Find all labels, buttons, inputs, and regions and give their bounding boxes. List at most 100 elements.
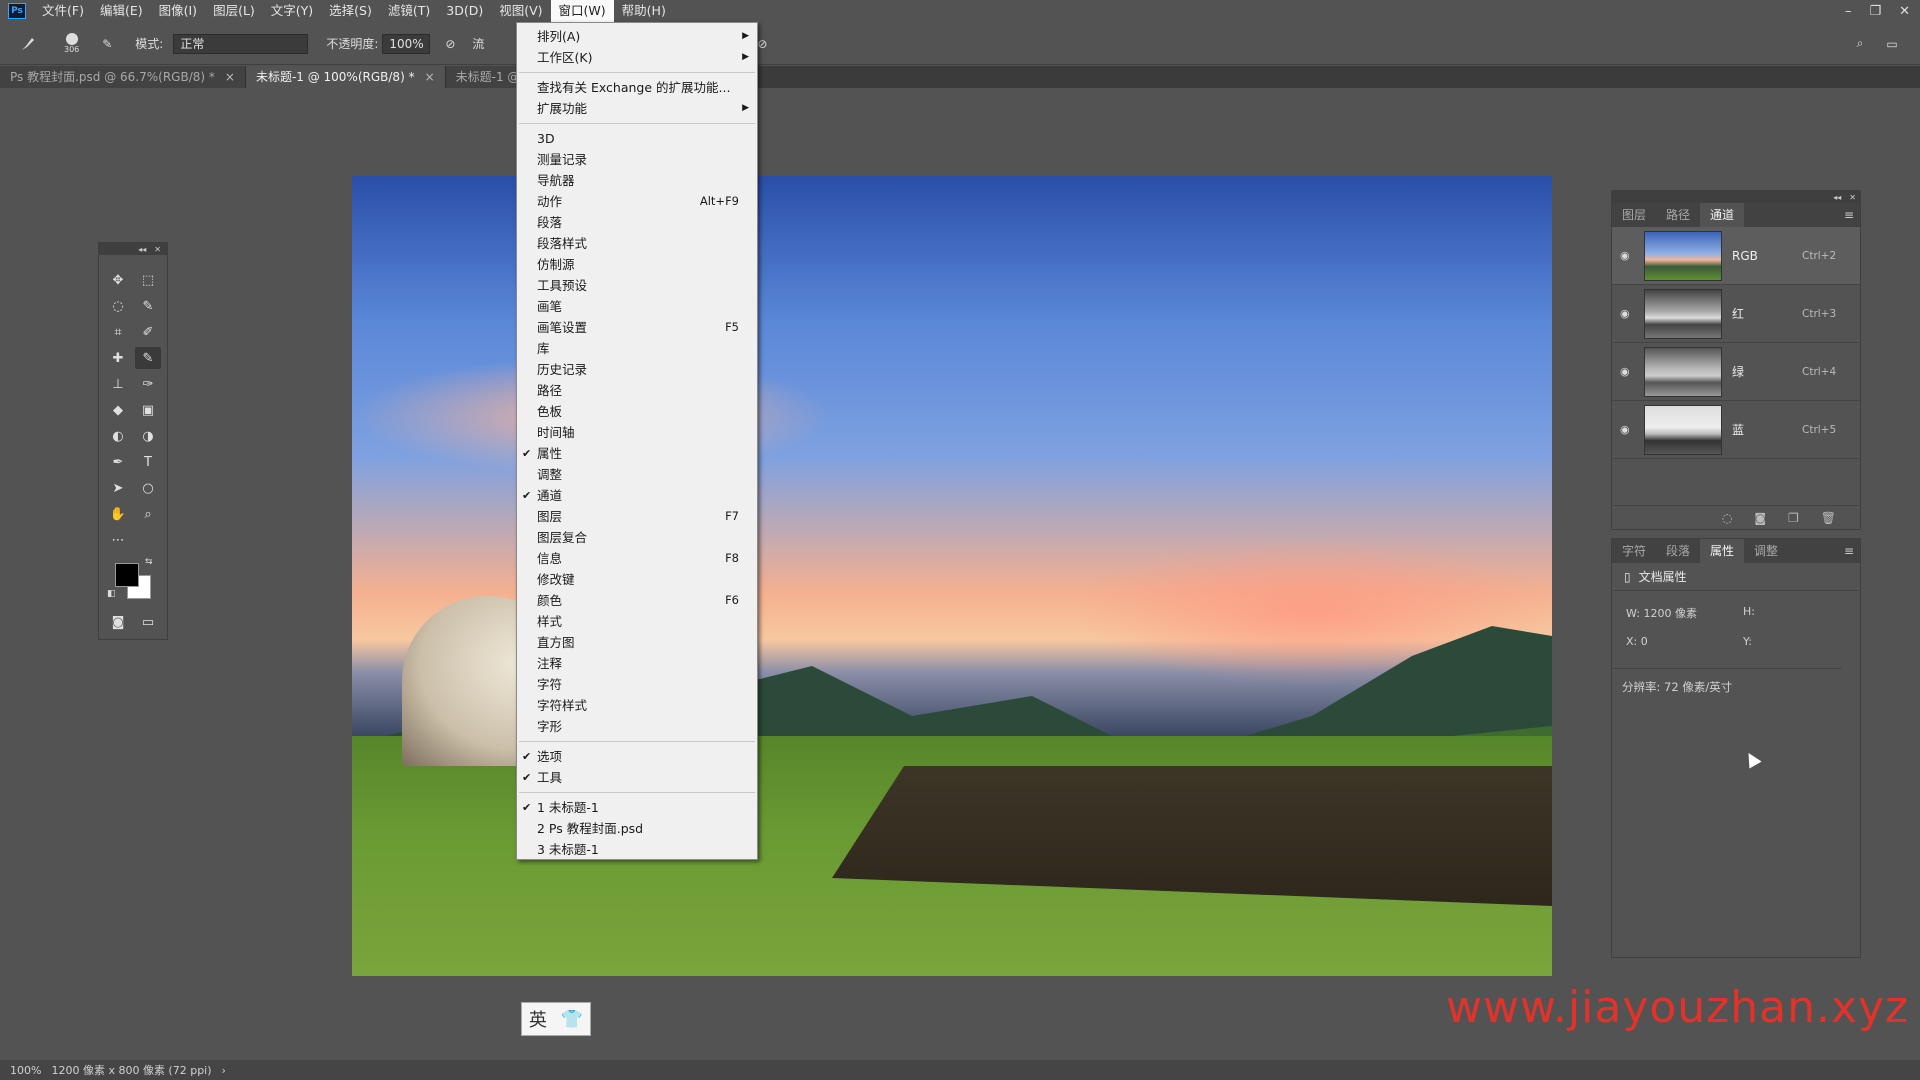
swap-colors-icon[interactable]: ⇆ [145, 557, 153, 567]
brush-preset-picker[interactable]: 306 [64, 33, 79, 54]
zoom-level[interactable]: 100% [10, 1064, 41, 1077]
stamp-tool-icon[interactable]: ⊥ [105, 373, 131, 395]
eyedropper-tool-icon[interactable]: ✐ [135, 321, 161, 343]
width-value[interactable]: 1200 像素 [1643, 607, 1697, 620]
window-menu-item[interactable]: 路径 [517, 380, 757, 401]
window-menu-item[interactable]: 2 Ps 教程封面.psd [517, 818, 757, 839]
panel-tab[interactable]: 通道 [1700, 203, 1745, 227]
x-value[interactable]: 0 [1641, 635, 1648, 648]
move-tool-icon[interactable]: ✥ [105, 269, 131, 291]
brush-tool-icon[interactable] [18, 34, 38, 54]
brush-panel-toggle-icon[interactable]: ✎ [97, 34, 117, 54]
history-brush-tool-icon[interactable]: ✑ [135, 373, 161, 395]
collapse-icon[interactable]: ◂◂ [138, 245, 146, 254]
panel-tab[interactable]: 图层 [1612, 203, 1656, 227]
panel-tab[interactable]: 路径 [1656, 203, 1700, 227]
collapse-icon[interactable]: ◂◂ [1833, 193, 1841, 202]
more-tools-icon[interactable]: ⋯ [105, 529, 131, 551]
eraser-tool-icon[interactable]: ◆ [105, 399, 131, 421]
window-menu-item[interactable]: 库 [517, 338, 757, 359]
window-menu-item[interactable]: 段落 [517, 212, 757, 233]
ime-widget[interactable]: 英 👕 [521, 1002, 591, 1036]
new-channel-icon[interactable]: ❐ [1788, 511, 1799, 525]
mode-select[interactable]: 正常 [173, 33, 309, 54]
color-swatches[interactable]: ⇆ ◧ [105, 557, 165, 607]
panel-tab[interactable]: 字符 [1612, 539, 1656, 563]
quick-mask-icon[interactable]: ◙ [105, 611, 131, 633]
window-menu-item[interactable]: ✔ 1 未标题-1 [517, 797, 757, 818]
foreground-color-swatch[interactable] [115, 563, 139, 587]
window-menu-item[interactable]: 画笔 [517, 296, 757, 317]
close-icon[interactable]: ✕ [1899, 4, 1910, 19]
menu-item[interactable]: 文件(F) [34, 0, 92, 22]
window-menu-item[interactable]: 段落样式 [517, 233, 757, 254]
channel-row[interactable]: ◉ RGB Ctrl+2 [1612, 227, 1860, 285]
window-menu-item[interactable]: 扩展功能 ▶ [517, 98, 757, 119]
window-menu-item[interactable]: 信息 F8 [517, 548, 757, 569]
close-icon[interactable]: × [425, 66, 435, 88]
panel-menu-icon[interactable]: ≡ [1844, 203, 1854, 227]
path-select-tool-icon[interactable]: ➤ [105, 477, 131, 499]
eye-icon[interactable]: ◉ [1620, 249, 1634, 262]
window-menu-item[interactable]: ✔ 选项 [517, 746, 757, 767]
panel-tab[interactable]: 调整 [1744, 539, 1788, 563]
delete-channel-icon[interactable]: 🗑 [1821, 511, 1836, 525]
window-menu-item[interactable]: 色板 [517, 401, 757, 422]
window-menu-item[interactable]: 工作区(K) ▶ [517, 47, 757, 68]
window-menu-item[interactable]: 修改键 [517, 569, 757, 590]
window-menu-item[interactable]: 时间轴 [517, 422, 757, 443]
hand-tool-icon[interactable]: ✋ [105, 503, 131, 525]
menu-item[interactable]: 窗口(W) [550, 0, 614, 22]
document-tab[interactable]: Ps 教程封面.psd @ 66.7%(RGB/8) * × [0, 66, 246, 88]
window-menu-item[interactable]: 字符样式 [517, 695, 757, 716]
dodge-tool-icon[interactable]: ◑ [135, 425, 161, 447]
menu-item[interactable]: 视图(V) [491, 0, 550, 22]
restore-icon[interactable]: ❐ [1869, 4, 1881, 19]
menu-item[interactable]: 帮助(H) [614, 0, 674, 22]
zoom-tool-icon[interactable]: ⌕ [135, 503, 161, 525]
eye-icon[interactable]: ◉ [1620, 423, 1634, 436]
save-selection-icon[interactable]: ◙ [1754, 511, 1766, 525]
window-menu-item[interactable]: 画笔设置 F5 [517, 317, 757, 338]
window-menu-item[interactable]: 测量记录 [517, 149, 757, 170]
window-menu-item[interactable]: ✔ 通道 [517, 485, 757, 506]
crop-tool-icon[interactable]: ⌗ [105, 321, 131, 343]
document-info[interactable]: 1200 像素 x 800 像素 (72 ppi) [51, 1062, 211, 1078]
window-menu-item[interactable]: 图层复合 [517, 527, 757, 548]
ellipse-tool-icon[interactable]: ○ [135, 477, 161, 499]
lasso-tool-icon[interactable]: ◌ [105, 295, 131, 317]
blur-tool-icon[interactable]: ◐ [105, 425, 131, 447]
load-selection-icon[interactable]: ◌ [1722, 511, 1732, 525]
pen-tool-icon[interactable]: ✒ [105, 451, 131, 473]
window-menu-item[interactable]: 动作 Alt+F9 [517, 191, 757, 212]
channel-row[interactable]: ◉ 蓝 Ctrl+5 [1612, 401, 1860, 459]
default-colors-icon[interactable]: ◧ [107, 589, 116, 599]
window-menu-item[interactable]: 样式 [517, 611, 757, 632]
window-menu-item[interactable]: 查找有关 Exchange 的扩展功能... [517, 77, 757, 98]
marquee-tool-icon[interactable]: ⬚ [135, 269, 161, 291]
eye-icon[interactable]: ◉ [1620, 307, 1634, 320]
channel-row[interactable]: ◉ 绿 Ctrl+4 [1612, 343, 1860, 401]
pressure-opacity-icon[interactable]: ⊘ [440, 34, 460, 54]
shirt-icon[interactable]: 👕 [561, 1009, 583, 1030]
menu-item[interactable]: 滤镜(T) [380, 0, 438, 22]
chevron-right-icon[interactable]: › [222, 1064, 226, 1077]
window-menu-item[interactable]: 排列(A) ▶ [517, 26, 757, 47]
menu-item[interactable]: 文字(Y) [263, 0, 321, 22]
menu-item[interactable]: 图层(L) [205, 0, 263, 22]
document-tab[interactable]: 未标题-1 @ 100%(RGB/8) * × [245, 66, 446, 88]
menu-item[interactable]: 图像(I) [151, 0, 205, 22]
close-icon[interactable]: × [225, 66, 235, 88]
window-menu-item[interactable]: 图层 F7 [517, 506, 757, 527]
minimize-icon[interactable]: – [1845, 4, 1852, 19]
window-menu-item[interactable]: 仿制源 [517, 254, 757, 275]
healing-brush-tool-icon[interactable]: ✚ [105, 347, 131, 369]
menu-item[interactable]: 编辑(E) [92, 0, 151, 22]
window-menu-item[interactable]: ✔ 工具 [517, 767, 757, 788]
window-menu-item[interactable]: 调整 [517, 464, 757, 485]
window-menu-item[interactable]: 颜色 F6 [517, 590, 757, 611]
window-menu-item[interactable]: 历史记录 [517, 359, 757, 380]
search-icon[interactable]: ⌕ [1850, 34, 1870, 54]
menu-item[interactable]: 3D(D) [438, 0, 491, 22]
type-tool-icon[interactable]: T [135, 451, 161, 473]
